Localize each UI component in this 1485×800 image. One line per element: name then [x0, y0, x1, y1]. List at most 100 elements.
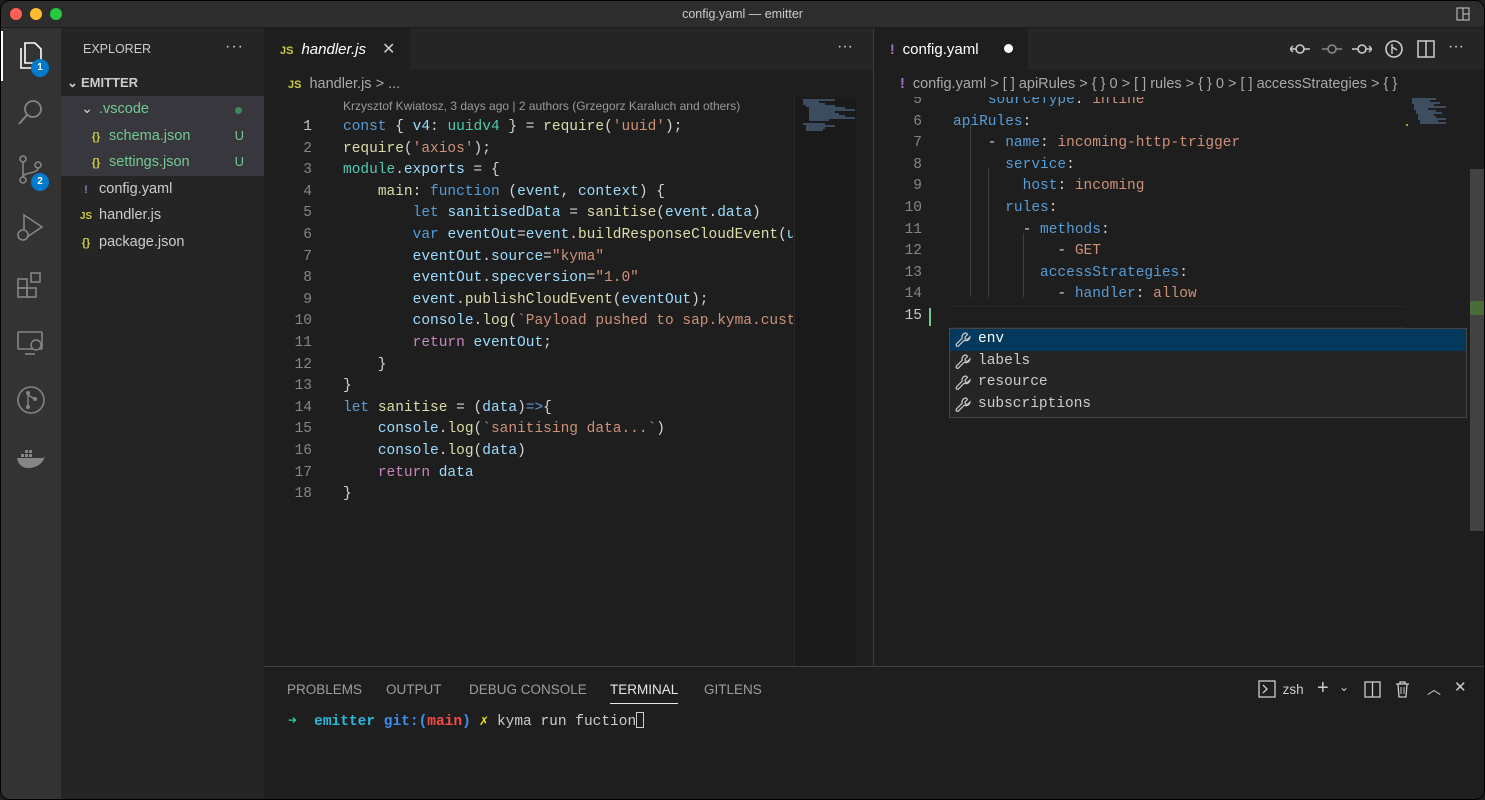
javascript-icon: JS [280, 45, 294, 57]
breadcrumb-path[interactable]: handler.js > ... [309, 76, 400, 92]
tab-label: config.yaml [902, 41, 979, 58]
run-debug-icon[interactable] [14, 211, 48, 245]
line-number: 15 [294, 421, 312, 438]
file-settings-json[interactable]: {} settings.json U [61, 149, 264, 176]
gitlens-blame-icon[interactable] [1384, 39, 1404, 59]
workspace-section[interactable]: ⌄ EMITTER [61, 70, 264, 96]
prompt-branch: main [427, 714, 463, 730]
file-package-json[interactable]: {} package.json [61, 229, 264, 256]
handler-js-editor[interactable]: Krzysztof Kwiatosz, 3 days ago | 2 autho… [264, 97, 873, 666]
terminal-command: kyma run fuction [496, 714, 637, 730]
split-editor-icon[interactable] [1417, 40, 1435, 58]
json-icon: {} [81, 236, 91, 249]
code-area[interactable]: sourceType: inline apiRules: - name: inc… [929, 97, 1470, 350]
code-line: console.log(`Payload pushed to sap.kyma.… [412, 313, 793, 330]
code-line: - GET [953, 243, 1101, 260]
code-line: event.publishCloudEvent(eventOut); [412, 291, 709, 308]
explorer-icon[interactable]: 1 [1, 31, 49, 81]
gitlens-icon[interactable] [14, 383, 48, 417]
new-terminal-icon[interactable]: + [1317, 677, 1329, 700]
line-number: 5 [913, 97, 922, 108]
line-number: 6 [913, 113, 922, 130]
editor-scrollbar[interactable] [1470, 169, 1484, 531]
docker-icon[interactable] [14, 441, 48, 475]
code-line: let sanitisedData = sanitise(event.data) [412, 205, 761, 222]
code-area[interactable]: const { v4: uuidv4 } = require('uuid'); … [343, 117, 793, 537]
prompt-dirty-mark: ✗ [479, 714, 489, 730]
file-config-yaml[interactable]: ! config.yaml [61, 176, 264, 203]
file-handler-js[interactable]: JS handler.js [61, 202, 264, 229]
untracked-badge: U [234, 154, 244, 169]
maximize-panel-icon[interactable]: ︿ [1427, 679, 1441, 699]
line-number: 9 [303, 291, 312, 308]
tab-debug-console[interactable]: DEBUG CONSOLE [469, 682, 587, 697]
terminal-selector[interactable]: zsh [1258, 680, 1304, 700]
source-control-icon[interactable]: 2 [14, 153, 49, 191]
search-icon[interactable] [14, 96, 48, 130]
code-line: } [343, 486, 352, 503]
editor-more-button[interactable]: ··· [837, 38, 853, 56]
line-number: 5 [303, 205, 312, 222]
sidebar-more-button[interactable]: ··· [225, 38, 244, 56]
suggestion-item[interactable]: env [950, 329, 1466, 351]
code-line: } [343, 378, 352, 395]
minimap-preview [1406, 98, 1446, 126]
codelens-blame[interactable]: Krzysztof Kwiatosz, 3 days ago | 2 autho… [343, 99, 740, 113]
folder-vscode[interactable]: ⌄ .vscode [61, 96, 264, 123]
chevron-down-icon: ⌄ [67, 75, 78, 90]
git-commit-icon[interactable] [1322, 40, 1342, 58]
tab-terminal[interactable]: TERMINAL [610, 682, 679, 704]
line-number: 7 [913, 135, 922, 152]
line-number: 13 [294, 378, 312, 395]
file-schema-json[interactable]: {} schema.json U [61, 122, 264, 149]
tab-handler-js[interactable]: JS handler.js ✕ [264, 28, 410, 70]
tab-config-yaml[interactable]: ! config.yaml [874, 28, 1028, 70]
code-line: console.log(`sanitising data...`) [377, 421, 665, 438]
line-number: 1 [303, 119, 312, 135]
tab-problems[interactable]: PROBLEMS [287, 682, 362, 697]
terminal-output[interactable]: ➜ emitter git:(main) ✗ kyma run fuction [288, 712, 645, 730]
suggestion-item[interactable]: resource [950, 372, 1466, 394]
suggestion-item[interactable]: subscriptions [950, 394, 1466, 416]
vscode-window: config.yaml — emitter 1 2 EXPLORER ··· ⌄… [0, 0, 1485, 800]
git-compare-icon[interactable] [1290, 40, 1310, 58]
bottom-panel: PROBLEMS OUTPUT DEBUG CONSOLE TERMINAL G… [264, 666, 1484, 799]
remote-explorer-icon[interactable] [14, 326, 48, 360]
code-line: eventOut.specversion="1.0" [412, 270, 639, 287]
line-number: 18 [294, 486, 312, 503]
extensions-icon[interactable] [14, 268, 48, 302]
minimap[interactable] [794, 97, 856, 666]
modified-dot-icon [235, 107, 242, 114]
prompt-git-close: ) [462, 714, 471, 730]
breadcrumb-path[interactable]: config.yaml > [ ] apiRules > { } 0 > [ ]… [913, 76, 1397, 92]
line-number: 14 [294, 399, 312, 416]
line-number: 14 [904, 286, 922, 303]
yaml-icon: ! [890, 41, 895, 57]
folder-label: .vscode [99, 101, 149, 117]
editor-more-button[interactable]: ··· [1448, 38, 1464, 56]
wrench-icon [955, 332, 971, 347]
javascript-icon: JS [288, 79, 302, 91]
explorer-sidebar: EXPLORER ··· ⌄ EMITTER ⌄ .vscode {} schema.… [61, 28, 264, 799]
line-number: 12 [294, 356, 312, 373]
layout-icon[interactable] [1456, 7, 1470, 21]
line-number: 3 [303, 162, 312, 179]
close-panel-icon[interactable]: ✕ [1454, 678, 1467, 696]
code-line: service: [1005, 156, 1075, 173]
suggestion-widget[interactable]: env labels resource subscriptions [949, 328, 1467, 418]
close-icon[interactable]: ✕ [382, 39, 395, 59]
line-number: 16 [294, 443, 312, 459]
file-label: handler.js [99, 207, 162, 223]
chevron-down-icon[interactable]: ⌄ [1339, 680, 1349, 694]
split-terminal-icon[interactable] [1364, 681, 1381, 698]
trash-icon[interactable] [1394, 680, 1411, 698]
code-line: - handler: allow [953, 286, 1197, 303]
unsaved-dot-icon[interactable] [1004, 44, 1013, 53]
tab-gitlens[interactable]: GITLENS [704, 682, 762, 697]
git-next-icon[interactable] [1352, 40, 1372, 58]
suggestion-item[interactable]: labels [950, 351, 1466, 373]
code-line: sourceType: inline [987, 97, 1145, 108]
tab-output[interactable]: OUTPUT [386, 682, 442, 697]
code-line: } [343, 356, 387, 373]
workspace-label: EMITTER [81, 75, 139, 90]
